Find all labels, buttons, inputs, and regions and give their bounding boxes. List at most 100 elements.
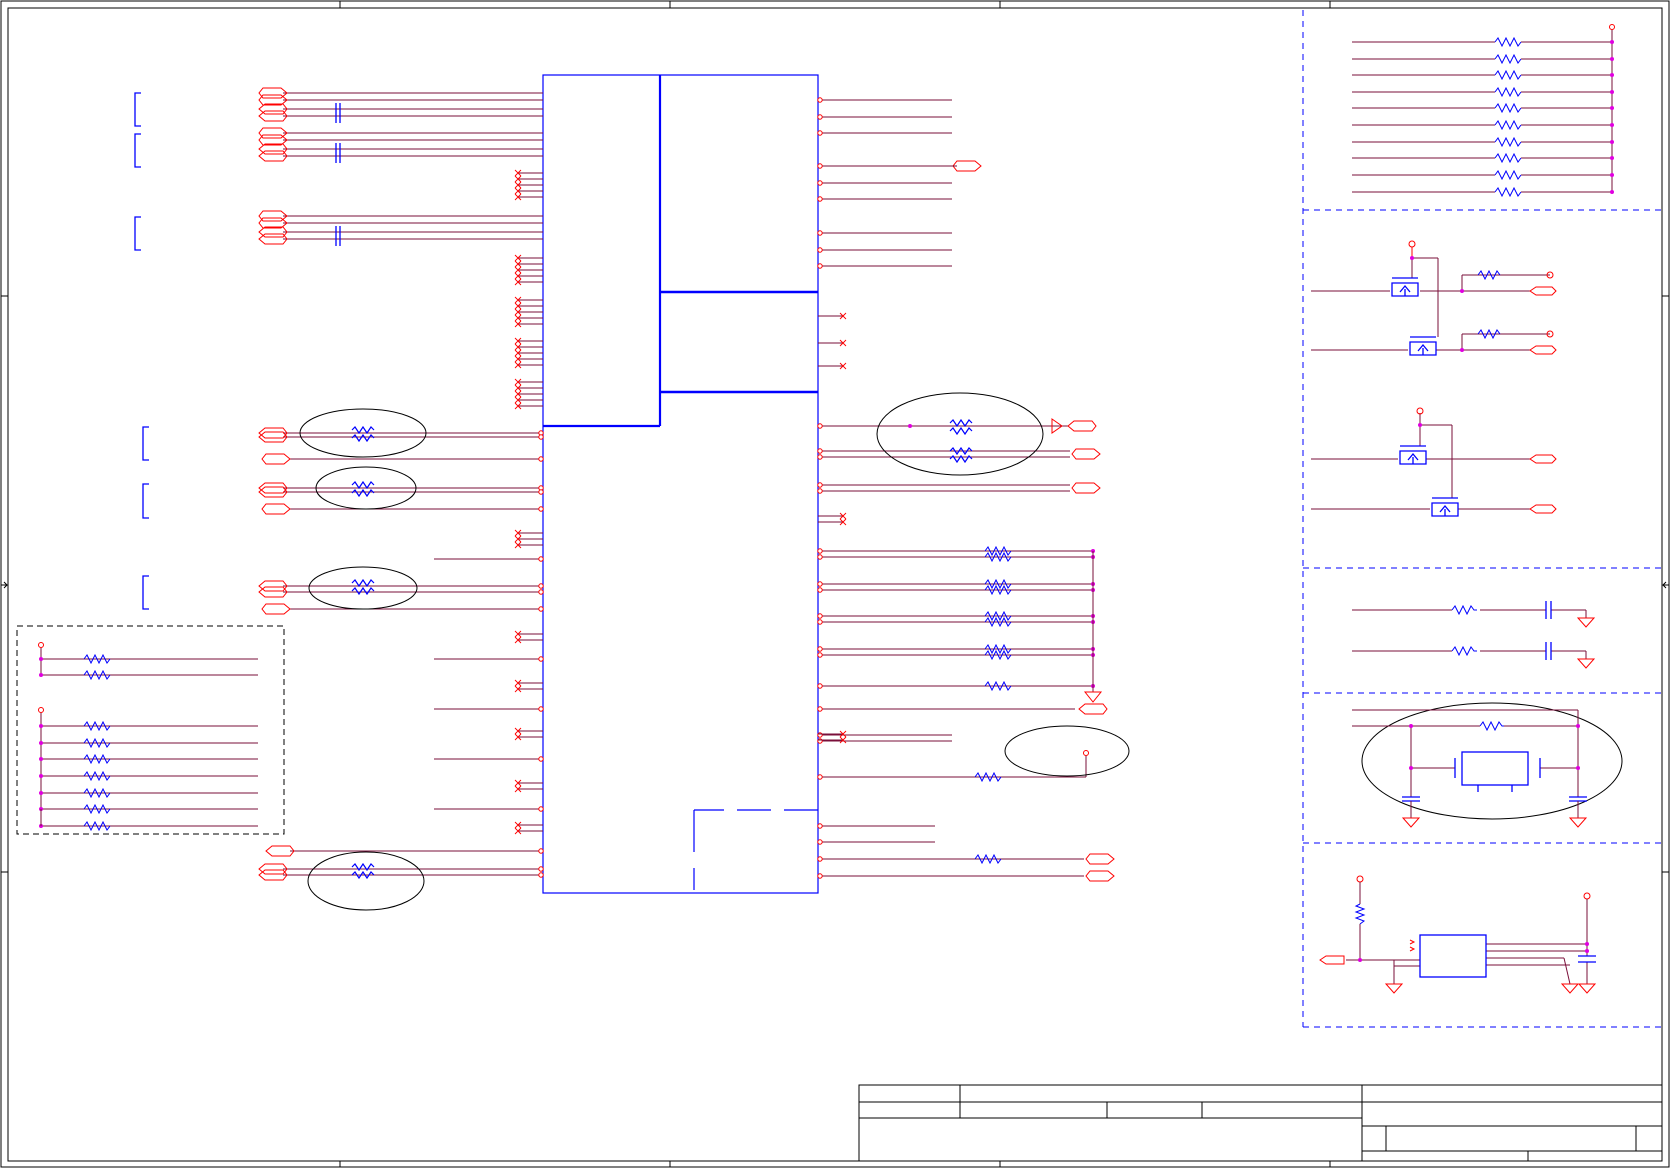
mosfet-icon xyxy=(1409,336,1437,356)
port-icon xyxy=(1085,853,1115,865)
right-wire-group xyxy=(817,97,1115,882)
pin-dot xyxy=(817,823,823,829)
port-icon xyxy=(1319,955,1345,965)
pin-dot xyxy=(817,196,823,202)
capacitor-icon xyxy=(1578,955,1596,963)
pin-dot xyxy=(538,706,544,712)
ground-icon xyxy=(1401,817,1421,828)
capacitor-icon xyxy=(1545,642,1552,660)
resistor-icon xyxy=(1494,53,1522,65)
rc-filter-section xyxy=(1352,601,1596,669)
pin-dot xyxy=(538,583,544,589)
resistor-icon xyxy=(351,578,375,588)
junction-dot xyxy=(1610,173,1614,177)
port-icon xyxy=(1529,345,1557,355)
junction-dot xyxy=(1610,156,1614,160)
resistor-icon xyxy=(1494,186,1522,198)
pin-dot xyxy=(538,848,544,854)
port-icon xyxy=(1085,870,1115,882)
capacitor-icon xyxy=(335,226,341,246)
junction-dot xyxy=(39,791,43,795)
resistor-icon xyxy=(1494,119,1522,131)
supply-pin xyxy=(38,642,44,648)
right-termination-bus xyxy=(1083,551,1103,703)
junction-dot xyxy=(39,741,43,745)
pin-dot xyxy=(817,706,823,712)
junction-dot xyxy=(1610,40,1614,44)
junction-dot xyxy=(1610,73,1614,77)
port-icon xyxy=(258,233,288,245)
resistor-icon xyxy=(1494,152,1522,164)
schematic-sheet xyxy=(0,0,1670,1168)
crystal-icon xyxy=(1454,751,1541,792)
junction-dot xyxy=(1610,190,1614,194)
pin-dot xyxy=(817,646,823,652)
junction-dot xyxy=(908,424,912,428)
pin-dot xyxy=(817,652,823,658)
resistor-icon xyxy=(1494,36,1522,48)
resistor-icon xyxy=(351,586,375,596)
pin-dot xyxy=(538,656,544,662)
junction-dot xyxy=(1610,106,1614,110)
port-icon xyxy=(265,845,295,857)
port-icon xyxy=(261,603,291,615)
capacitor-icon xyxy=(1569,796,1587,802)
pin-dot xyxy=(538,556,544,562)
port-icon xyxy=(258,110,288,122)
port-icon xyxy=(258,863,288,875)
port-icon xyxy=(952,160,982,172)
pin-dot xyxy=(538,506,544,512)
level-shifter-section xyxy=(1311,240,1557,517)
pin-dot xyxy=(817,130,823,136)
pin-dot xyxy=(817,247,823,253)
port-icon xyxy=(1067,420,1097,432)
main-ic xyxy=(542,74,819,894)
ground-icon xyxy=(1577,983,1597,994)
ic-dashed-sub-block xyxy=(693,809,818,890)
ground-icon xyxy=(1560,983,1580,994)
resistor-icon xyxy=(351,488,375,498)
pin-dot xyxy=(538,456,544,462)
supply-pin xyxy=(38,707,44,713)
pin-dot xyxy=(817,163,823,169)
junction-dot xyxy=(1610,57,1614,61)
pin-dot xyxy=(817,423,823,429)
resistor-icon xyxy=(1479,720,1504,732)
pin-dot xyxy=(817,548,823,554)
junction-dot xyxy=(1610,140,1614,144)
pin-dot xyxy=(817,554,823,560)
pin-dot xyxy=(817,873,823,879)
resistor-icon xyxy=(949,454,973,464)
coupling-capacitors xyxy=(335,103,341,246)
pin-dot xyxy=(817,263,823,269)
pin-dot xyxy=(538,756,544,762)
pin-dot xyxy=(817,581,823,587)
resistor-icon xyxy=(949,418,973,428)
pin-dot xyxy=(817,856,823,862)
capacitor-icon xyxy=(335,103,341,123)
left-ellipses xyxy=(299,408,427,911)
supply-pin xyxy=(1356,875,1364,883)
pin-dot xyxy=(817,482,823,488)
right-panel xyxy=(1302,10,1662,1028)
ground-icon xyxy=(1384,983,1404,994)
resistor-array-section xyxy=(1352,24,1615,198)
resistor-icon xyxy=(1494,86,1522,98)
resistor-icon xyxy=(1494,69,1522,81)
resistor-icon xyxy=(1494,169,1522,181)
resistor-icon xyxy=(949,426,973,436)
supply-pin xyxy=(1408,240,1416,248)
ground-icon xyxy=(1576,658,1596,669)
pin-dot xyxy=(817,683,823,689)
resistor-icon xyxy=(1494,136,1522,148)
junction-dot xyxy=(39,774,43,778)
port-icon xyxy=(1071,482,1101,494)
port-icon xyxy=(1529,454,1557,464)
pin-dot xyxy=(817,738,823,744)
pin-dot xyxy=(538,489,544,495)
capacitor-icon xyxy=(335,143,341,163)
ground-icon xyxy=(1576,617,1596,628)
reset-ic xyxy=(1419,934,1487,978)
supply-pin xyxy=(1609,24,1615,30)
port-icon xyxy=(258,580,288,592)
